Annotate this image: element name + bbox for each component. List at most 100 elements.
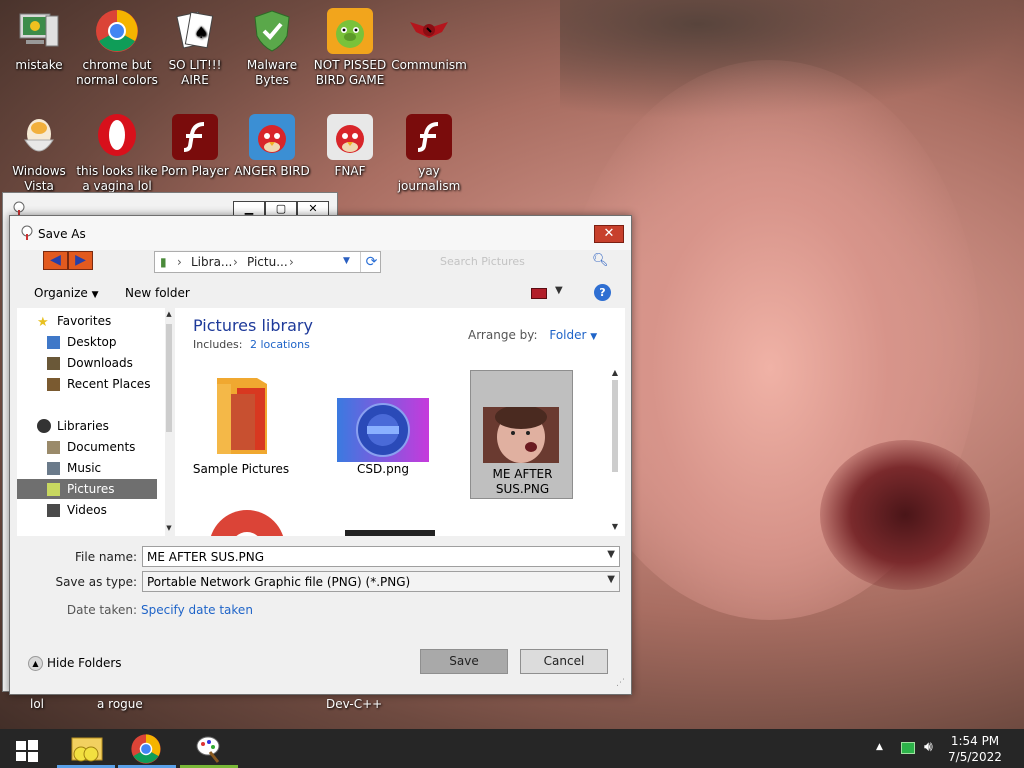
address-bar[interactable]: ▮ › Libra... › Pictu... › ▼ ⟳ [154, 251, 381, 273]
desktop-icon-fnaf[interactable]: FNAF [308, 114, 392, 179]
file-tile-csd[interactable]: CSD.png [331, 370, 435, 498]
libraries-icon [37, 419, 51, 433]
includes-label: Includes: [193, 338, 243, 351]
desktop-icon-chrome[interactable]: chrome but normal colors [75, 8, 159, 88]
search-icon[interactable]: 🔍︎ [592, 253, 609, 268]
chevron-down-icon[interactable]: ▼ [607, 549, 615, 560]
save-as-dialog[interactable]: Save As ✕ ◀ ▶ ▮ › Libra... › Pictu... › … [9, 215, 632, 695]
chevron-down-icon[interactable]: ▼ [590, 332, 597, 342]
desktop-label-partial: lol [30, 697, 45, 711]
resize-grip-icon[interactable]: ⋰ [616, 678, 625, 688]
taskbar-chrome[interactable] [118, 731, 176, 768]
file-tile-me-after-sus[interactable]: ME AFTER SUS.PNG [470, 370, 573, 499]
date-taken-label: Date taken: [66, 603, 137, 617]
nav-libraries[interactable]: Libraries [17, 416, 157, 436]
file-tile-caption: CSD.png [357, 462, 409, 476]
scroll-down-icon[interactable]: ▼ [165, 524, 173, 532]
arrange-dropdown[interactable]: Folder [549, 328, 586, 342]
desktop-icon-yay-journalism[interactable]: yay journalism [387, 114, 471, 194]
file-name-field[interactable]: ME AFTER SUS.PNG ▼ [142, 546, 620, 567]
scroll-thumb[interactable] [166, 324, 172, 432]
music-icon [47, 462, 60, 475]
desktop-icon-label: yay journalism [397, 164, 461, 193]
nav-item-downloads[interactable]: Downloads [17, 353, 157, 373]
partial-chrome-icon [207, 508, 287, 536]
taskbar-explorer[interactable] [57, 731, 115, 768]
desktop-icon [47, 336, 60, 349]
search-input[interactable]: Search Pictures 🔍︎ [430, 251, 612, 273]
chevron-up-icon: ▲ [28, 656, 43, 671]
nav-item-videos[interactable]: Videos [17, 500, 157, 520]
desktop-icon-windows-vista[interactable]: Windows Vista [0, 114, 81, 194]
desktop-icon-pig-game[interactable]: NOT PISSED BIRD GAME [308, 8, 392, 88]
star-icon: ★ [37, 315, 49, 330]
volume-icon[interactable]: 🔊︎ [924, 739, 933, 755]
desktop-icon-porn-player[interactable]: Porn Player [153, 114, 237, 179]
file-list-scrollbar[interactable]: ▲ ▼ [609, 368, 621, 534]
nav-scrollbar[interactable]: ▲ ▼ [165, 308, 173, 536]
svg-text:♠: ♠ [194, 23, 208, 42]
nav-label: Libraries [57, 419, 109, 433]
desktop-icon-malwarebytes[interactable]: Malware Bytes [230, 8, 314, 88]
help-icon[interactable]: ? [594, 284, 611, 301]
breadcrumb-segment[interactable]: Pictu... [247, 255, 288, 269]
organize-button[interactable]: Organize ▼ [34, 286, 99, 300]
chrome-icon [94, 8, 140, 54]
save-type-select[interactable]: Portable Network Graphic file (PNG) (*.P… [142, 571, 620, 592]
file-tile-sample-pictures[interactable]: Sample Pictures [189, 370, 293, 498]
specify-date-link[interactable]: Specify date taken [141, 603, 253, 617]
nav-label: Downloads [67, 356, 133, 370]
shield-icon [249, 8, 295, 54]
forward-button[interactable]: ▶ [68, 251, 93, 270]
chevron-right-icon: › [177, 255, 182, 269]
chevron-down-icon[interactable]: ▼ [607, 574, 615, 585]
nav-item-pictures[interactable]: Pictures [17, 479, 157, 499]
chevron-down-icon[interactable]: ▼ [343, 256, 350, 266]
dialog-titlebar[interactable]: Save As ✕ [10, 216, 631, 250]
pictures-icon [47, 483, 60, 496]
close-button[interactable]: ✕ [594, 225, 624, 243]
views-icon[interactable] [531, 288, 547, 299]
file-tile-caption: ME AFTER SUS.PNG [492, 467, 553, 496]
save-button[interactable]: Save [420, 649, 508, 674]
desktop-icon-solitaire[interactable]: ♠ SO LIT!!! AIRE [153, 8, 237, 88]
nav-favorites[interactable]: ★ Favorites [17, 311, 157, 331]
clock-date: 7/5/2022 [948, 750, 1002, 764]
nav-item-desktop[interactable]: Desktop [17, 332, 157, 352]
desktop-icon-communism[interactable]: Communism [387, 8, 471, 73]
nav-item-recent-places[interactable]: Recent Places [17, 374, 157, 394]
hide-folders-button[interactable]: ▲ Hide Folders [28, 656, 122, 671]
refresh-icon[interactable]: ⟳ [360, 252, 382, 272]
nav-item-documents[interactable]: Documents [17, 437, 157, 457]
scroll-up-icon[interactable]: ▲ [165, 310, 173, 318]
scroll-up-icon[interactable]: ▲ [610, 368, 620, 377]
image-thumbnail [483, 405, 559, 463]
new-folder-button[interactable]: New folder [125, 286, 190, 300]
cancel-button[interactable]: Cancel [520, 649, 608, 674]
nav-label: Documents [67, 440, 136, 454]
scroll-down-icon[interactable]: ▼ [610, 522, 620, 531]
file-tile-caption: Sample Pictures [192, 462, 290, 476]
show-hidden-icons-icon[interactable]: ▲ [876, 742, 883, 752]
nav-label: Favorites [57, 314, 112, 328]
locations-link[interactable]: 2 locations [250, 338, 310, 351]
desktop-icon-label: Windows Vista [12, 164, 66, 193]
scroll-thumb[interactable] [612, 380, 618, 472]
desktop-icon-mistake[interactable]: mistake [0, 8, 81, 73]
start-button[interactable] [16, 740, 38, 762]
image-thumbnail [337, 398, 429, 462]
chrome-icon [130, 733, 162, 768]
network-icon[interactable] [901, 742, 915, 754]
clock-time: 1:54 PM [950, 734, 1000, 748]
desktop-icon-opera[interactable]: this looks like a vagina lol [75, 114, 159, 194]
nav-label: Desktop [67, 335, 117, 349]
taskbar-paint[interactable] [180, 731, 238, 768]
back-button[interactable]: ◀ [43, 251, 68, 270]
chevron-down-icon[interactable]: ▼ [555, 285, 563, 296]
breadcrumb-segment[interactable]: Libra... [191, 255, 232, 269]
desktop-icon-label: ANGER BIRD [234, 164, 310, 178]
taskbar-clock[interactable]: 1:54 PM 7/5/2022 [940, 733, 1010, 765]
desktop-icon-anger-bird[interactable]: ANGER BIRD [230, 114, 314, 179]
nav-item-music[interactable]: Music [17, 458, 157, 478]
desktop-icon-label: Malware Bytes [246, 58, 298, 87]
